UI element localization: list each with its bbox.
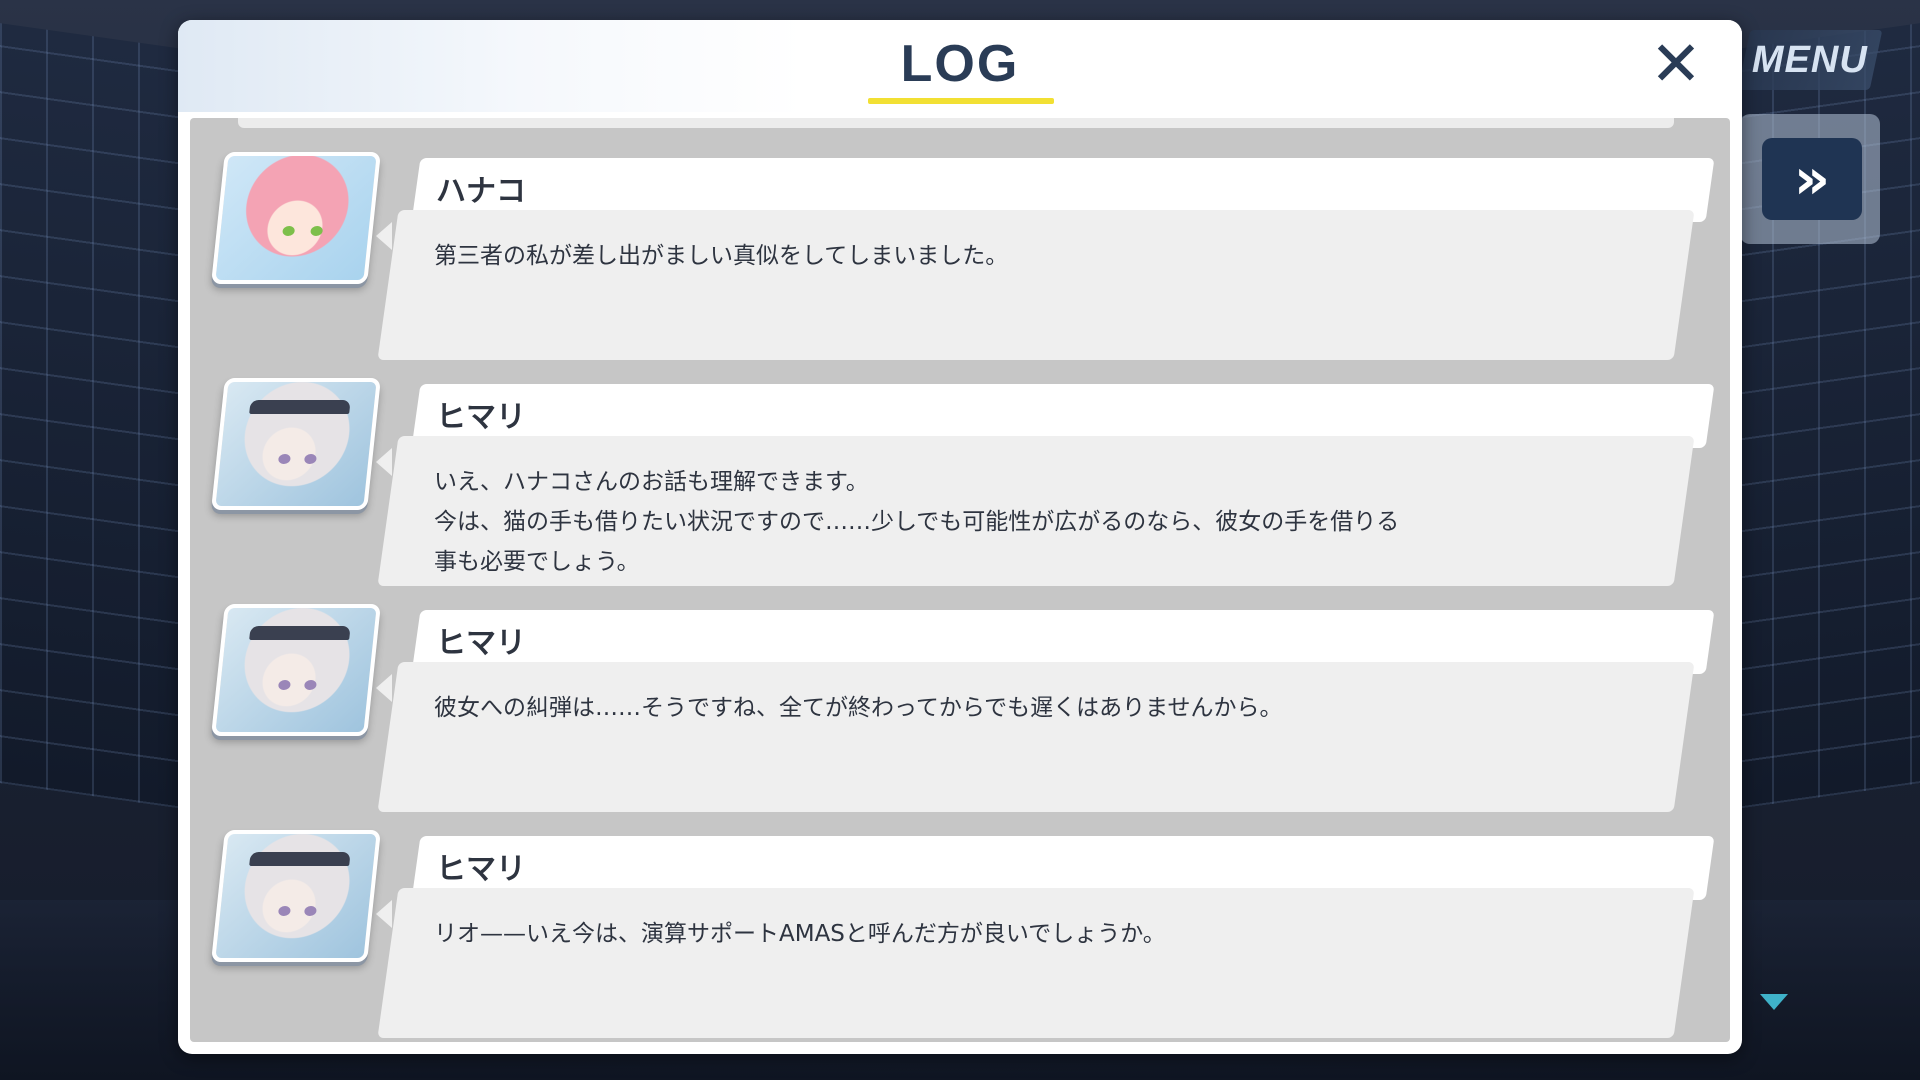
message-line: いえ、ハナコさんのお話も理解できます。	[434, 469, 869, 495]
bubble-tail	[376, 900, 392, 928]
message-text: 彼女への糾弾は……そうですね、全てが終わってからでも遅くはありませんから。	[434, 688, 1614, 728]
close-icon[interactable]: ✕	[1646, 33, 1706, 95]
hanako-portrait-icon	[211, 152, 381, 284]
message-bubble	[377, 210, 1695, 360]
message-text: 第三者の私が差し出がましい真似をしてしまいました。	[434, 236, 1614, 276]
himari-portrait-icon	[211, 830, 381, 962]
log-list[interactable]: ハナコ 第三者の私が差し出がましい真似をしてしまいました。 ヒマリ いえ、ハナコ…	[190, 118, 1730, 1042]
message-line: 彼女への糾弾は……そうですね、全てが終わってからでも遅くはありませんから。	[434, 695, 1283, 721]
message-line: 今は、猫の手も借りたい状況ですので……少しでも可能性が広がるのなら、彼女の手を借…	[434, 509, 1400, 535]
scroll-down-icon[interactable]	[1760, 994, 1788, 1010]
message-line: リオ——いえ今は、演算サポートAMASと呼んだ方が良いでしょうか。	[434, 921, 1166, 947]
bubble-tail	[376, 674, 392, 702]
menu-label: MENU	[1752, 38, 1868, 81]
log-entry: ヒマリ リオ——いえ今は、演算サポートAMASと呼んだ方が良いでしょうか。	[190, 822, 1730, 1038]
message-bubble	[377, 888, 1695, 1038]
message-line: 第三者の私が差し出がましい真似をしてしまいました。	[434, 243, 1009, 269]
message-text: リオ——いえ今は、演算サポートAMASと呼んだ方が良いでしょうか。	[434, 914, 1614, 954]
speaker-name: ヒマリ	[436, 400, 526, 435]
log-entry: ヒマリ 彼女への糾弾は……そうですね、全てが終わってからでも遅くはありませんから…	[190, 596, 1730, 812]
message-text: いえ、ハナコさんのお話も理解できます。 今は、猫の手も借りたい状況ですので……少…	[434, 462, 1614, 582]
menu-button[interactable]: MENU	[1737, 30, 1883, 90]
message-line: 事も必要でしょう。	[434, 549, 640, 575]
speaker-name: ヒマリ	[436, 852, 526, 887]
dialog-title: LOG	[900, 35, 1020, 93]
speaker-name: ヒマリ	[436, 626, 526, 661]
log-entry: ハナコ 第三者の私が差し出がましい真似をしてしまいました。	[190, 144, 1730, 360]
log-dialog: LOG ✕ ハナコ 第三者の私が差し出がましい真似をしてしまいました。 ヒマリ …	[178, 20, 1742, 1054]
speaker-name: ハナコ	[436, 174, 526, 209]
himari-portrait-icon	[211, 378, 381, 510]
title-underline	[868, 98, 1054, 104]
bubble-tail	[376, 448, 392, 476]
log-entry: ヒマリ いえ、ハナコさんのお話も理解できます。 今は、猫の手も借りたい状況ですの…	[190, 370, 1730, 586]
message-bubble	[377, 662, 1695, 812]
bubble-tail	[376, 222, 392, 250]
previous-entry-edge	[238, 118, 1674, 128]
fast-forward-button[interactable]: »	[1762, 138, 1862, 220]
himari-portrait-icon	[211, 604, 381, 736]
